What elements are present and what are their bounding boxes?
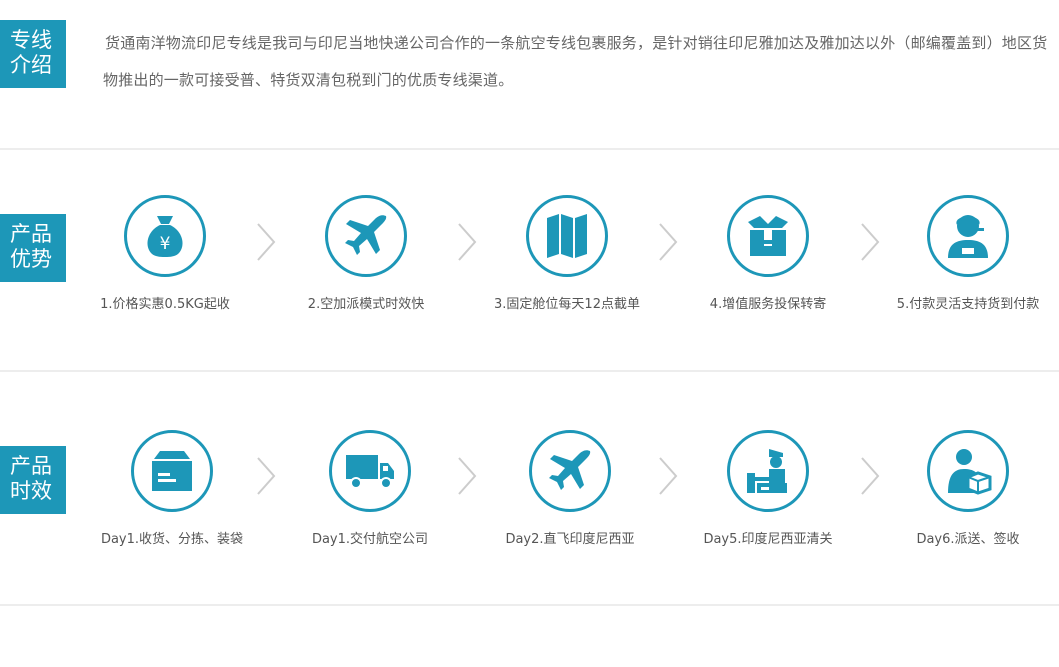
- advantage-label: 4.增值服务投保转寄: [709, 297, 827, 312]
- parcel-icon: [152, 451, 192, 491]
- divider: [0, 370, 1059, 372]
- intro-tag: 专线 介绍: [0, 20, 66, 88]
- timeline-item-2: Day1.交付航空公司: [270, 430, 470, 547]
- timeline-label: Day2.直飞印度尼西亚: [505, 532, 635, 547]
- advantage-label: 5.付款灵活支持货到付款: [896, 297, 1040, 312]
- advantage-item-5: 5.付款灵活支持货到付款: [868, 195, 1059, 312]
- timeline-label: Day1.交付航空公司: [311, 532, 429, 547]
- customs-officer-icon: [747, 449, 787, 493]
- intro-text: 货通南洋物流印尼专线是我司与印尼当地快递公司合作的一条航空专线包裹服务，是针对销…: [103, 34, 1048, 89]
- timeline-label: Day1.收货、分拣、装袋: [100, 532, 244, 547]
- timeline-item-4: Day5.印度尼西亚清关: [668, 430, 868, 547]
- advantage-item-2: 2.空加派模式时效快: [266, 195, 466, 312]
- money-bag-icon: ¥: [147, 216, 183, 257]
- advantages-tag: 产品 优势: [0, 214, 66, 282]
- map-icon: [547, 214, 587, 258]
- support-agent-icon: [948, 215, 988, 258]
- advantage-label: 1.价格实惠0.5KG起收: [100, 297, 230, 312]
- timeline-label: Day5.印度尼西亚清关: [703, 532, 833, 547]
- truck-icon: [346, 455, 394, 489]
- advantage-label: 3.固定舱位每天12点截单: [494, 297, 640, 312]
- advantage-item-1: ¥ 1.价格实惠0.5KG起收: [65, 195, 265, 312]
- delivery-person-icon: [948, 449, 992, 495]
- svg-text:¥: ¥: [160, 234, 171, 254]
- advantage-item-3: 3.固定舱位每天12点截单: [467, 195, 667, 312]
- timeline-label: Day6.派送、签收: [916, 532, 1020, 547]
- timeline-item-3: Day2.直飞印度尼西亚: [470, 430, 670, 547]
- advantage-label: 2.空加派模式时效快: [307, 297, 425, 312]
- divider: [0, 148, 1059, 150]
- advantage-item-4: 4.增值服务投保转寄: [668, 195, 868, 312]
- timeline-item-5: Day6.派送、签收: [868, 430, 1059, 547]
- timeline-item-1: Day1.收货、分拣、装袋: [72, 430, 272, 547]
- divider: [0, 604, 1059, 606]
- package-box-icon: [748, 216, 788, 256]
- airplane-icon: [345, 215, 387, 255]
- timeline-tag: 产品 时效: [0, 446, 66, 514]
- airplane-icon: [549, 450, 591, 490]
